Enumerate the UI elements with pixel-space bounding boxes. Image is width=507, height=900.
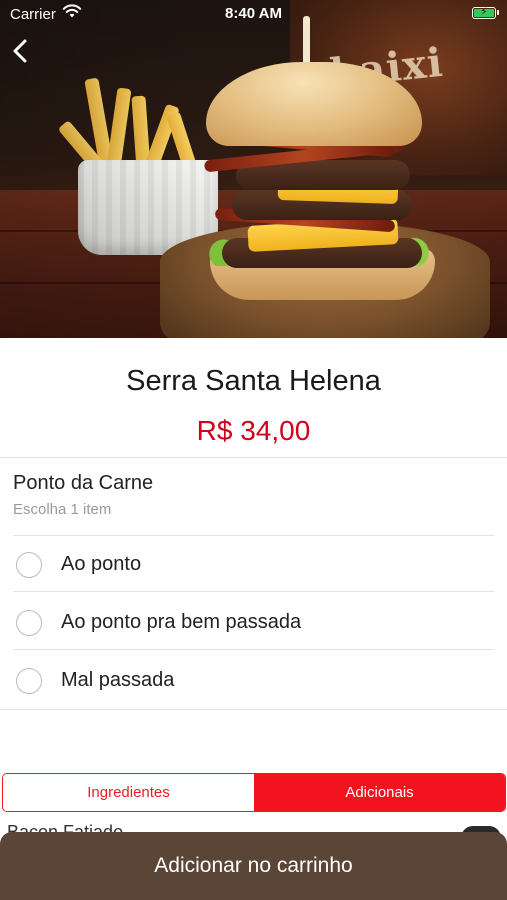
segmented-control: Ingredientes Adicionais: [2, 773, 506, 812]
divider: [0, 457, 507, 458]
option-mal-passada[interactable]: Mal passada: [0, 652, 507, 708]
section-title: Ponto da Carne: [13, 472, 154, 494]
charging-bolt-icon: ⚡: [480, 6, 488, 18]
radio-button[interactable]: [16, 610, 42, 636]
option-label: Ao ponto pra bem passada: [61, 611, 302, 633]
option-label: Ao ponto: [61, 553, 142, 575]
divider: [0, 709, 507, 710]
product-photo: baixi: [0, 0, 507, 338]
radio-button[interactable]: [16, 668, 42, 694]
battery-tip: [497, 10, 499, 15]
option-label: Mal passada: [61, 669, 175, 691]
radio-button[interactable]: [16, 552, 42, 578]
back-chevron-icon[interactable]: [6, 34, 36, 68]
option-ao-ponto[interactable]: Ao ponto: [0, 536, 507, 592]
add-to-cart-button[interactable]: Adicionar no carrinho: [0, 832, 507, 900]
tab-ingredientes[interactable]: Ingredientes: [3, 774, 254, 811]
status-bar: Carrier 8:40 AM ⚡: [0, 0, 507, 28]
section-subtitle: Escolha 1 item: [13, 501, 112, 518]
option-ao-ponto-pra-bem-passada[interactable]: Ao ponto pra bem passada: [0, 594, 507, 650]
clock: 8:40 AM: [225, 5, 282, 22]
product-name: Serra Santa Helena: [126, 365, 381, 397]
product-price: R$ 34,00: [196, 415, 311, 446]
tab-adicionais[interactable]: Adicionais: [254, 774, 505, 811]
